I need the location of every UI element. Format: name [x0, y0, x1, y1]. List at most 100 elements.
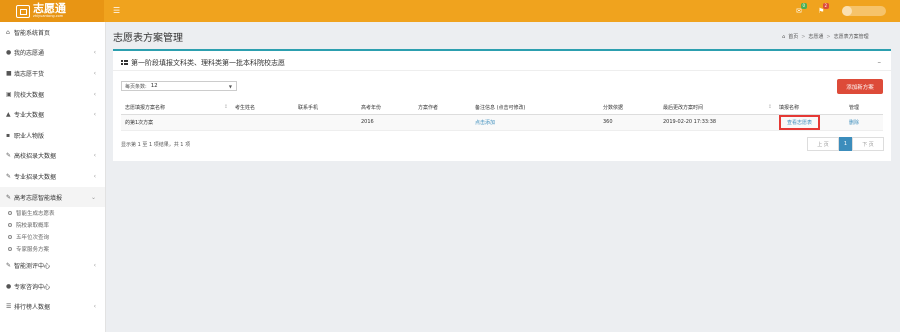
edit-icon: ✎ — [6, 172, 12, 180]
caret-down-icon: ▼ — [228, 83, 232, 89]
breadcrumb: ⌂ 首页 > 志愿通 > 志愿表方案管理 — [782, 33, 869, 41]
circle-icon — [8, 223, 12, 228]
delete-link[interactable]: 删除 — [849, 120, 859, 126]
sidebar-subitem-probability[interactable]: 院校录取概率 — [0, 219, 105, 231]
briefcase-icon: ▪ — [6, 131, 11, 139]
breadcrumb-section[interactable]: 志愿通 — [808, 33, 823, 40]
chevron-left-icon: ‹ — [93, 49, 96, 57]
chevron-down-icon: ⌄ — [90, 193, 96, 201]
col-header[interactable]: 填报名称 — [775, 101, 845, 115]
year-cell: 2016 — [357, 114, 414, 131]
breadcrumb-home[interactable]: 首页 — [788, 33, 798, 40]
add-plan-button[interactable]: 添加新方案 — [837, 79, 883, 94]
sidebar-subitem-expert-plan[interactable]: 专家服务方案 — [0, 243, 105, 255]
sidebar-item-label: 职业人物版 — [14, 132, 45, 140]
col-header[interactable]: 方案作者 — [414, 101, 471, 115]
sidebar-item-smart-fill[interactable]: ✎ 高考志愿智能填报 ⌄ — [0, 186, 105, 208]
sidebar-item-careers[interactable]: ▪ 职业人物版 — [0, 125, 105, 146]
user-avatar[interactable] — [842, 6, 886, 16]
sidebar-subitem-label: 专家服务方案 — [16, 247, 50, 254]
sidebar-subitem-generate[interactable]: 智能生成志愿表 — [0, 207, 105, 219]
next-page-button[interactable]: 下 页 — [852, 137, 884, 151]
sidebar-item-major-admission[interactable]: ✎ 专业招录大数据 ‹ — [0, 166, 105, 187]
col-header[interactable]: 高考年份 — [357, 101, 414, 115]
edit-icon: ✎ — [6, 193, 12, 201]
chevron-left-icon: ‹ — [93, 303, 96, 311]
sidebar-item-college-admission[interactable]: ✎ 高校招录大数据 ‹ — [0, 146, 105, 167]
home-icon: ⌂ — [782, 33, 786, 40]
chevron-left-icon: ‹ — [93, 152, 96, 160]
sidebar-item-ranking[interactable]: ☰ 排行榜人数据 ‹ — [0, 297, 105, 318]
sidebar-subitem-label: 五年位次查询 — [16, 235, 50, 242]
plans-table: 志愿填报方案名称 ↕ 考生姓名 联系手机 高考年份 方案作者 备注信息 (点击可修… — [121, 101, 883, 131]
panel-header: 第一阶段填报文科类、理科类第一批本科院校志愿 – — [113, 51, 891, 71]
panel-title: 第一阶段填报文科类、理科类第一批本科院校志愿 — [131, 59, 285, 67]
table-header-row: 志愿填报方案名称 ↕ 考生姓名 联系手机 高考年份 方案作者 备注信息 (点击可修… — [121, 101, 883, 115]
graduation-icon: ▲ — [6, 111, 11, 119]
chevron-left-icon: ‹ — [93, 172, 96, 180]
sidebar-item-home[interactable]: ⌂ 智能系统首页 — [0, 22, 105, 43]
sidebar-item-label: 专业招录大数据 — [14, 173, 57, 181]
sort-icon: ↕ — [223, 103, 228, 110]
sort-icon: ↕ — [767, 103, 772, 110]
sidebar-item-label: 排行榜人数据 — [14, 304, 51, 312]
hamburger-icon[interactable]: ☰ — [113, 6, 120, 15]
mail-icon[interactable]: ✉ 0 — [796, 3, 807, 15]
author-cell — [414, 114, 471, 131]
sidebar-item-majors[interactable]: ▲ 专业大数据 ‹ — [0, 104, 105, 125]
sidebar-item-colleges[interactable]: ▣ 院校大数据 ‹ — [0, 84, 105, 105]
logo-subtext: zhiyuantong.com — [33, 14, 64, 18]
per-page-value: 12 — [150, 83, 158, 89]
table-row: 的第1次方案 2016 点击添加 360 2019-02-20 17:33:38… — [121, 114, 883, 131]
sidebar-item-consult[interactable]: ● 专家咨询中心 — [0, 276, 105, 297]
home-icon: ⌂ — [6, 28, 10, 36]
circle-icon — [8, 235, 12, 240]
col-header[interactable]: 分数依据 — [599, 101, 659, 115]
building-icon: ▣ — [6, 90, 12, 98]
prev-page-button[interactable]: 上 页 — [807, 137, 839, 151]
grid-icon — [121, 60, 128, 66]
col-header[interactable]: 志愿填报方案名称 ↕ — [121, 101, 231, 115]
minus-icon[interactable]: – — [878, 58, 882, 66]
modified-time-cell: 2019-02-20 17:33:38 — [659, 114, 775, 131]
page-title: 志愿表方案管理 — [113, 33, 183, 44]
bell-count-badge: 2 — [823, 3, 829, 9]
sidebar-item-label: 院校大数据 — [14, 91, 45, 99]
col-header[interactable]: 最后更改方案时间 ↕ — [659, 101, 775, 115]
student-name-cell — [231, 114, 294, 131]
view-plan-link[interactable]: 查看志愿表 — [779, 114, 821, 130]
sidebar-item-label: 专业大数据 — [14, 112, 45, 120]
list-icon: ☰ — [6, 303, 12, 311]
edit-icon: ✎ — [6, 152, 12, 160]
col-header[interactable]: 考生姓名 — [231, 101, 294, 115]
user-icon: ● — [6, 49, 12, 57]
sidebar-item-label: 智能测评中心 — [14, 263, 51, 271]
sidebar-item-label: 填志愿干货 — [14, 70, 45, 78]
logo[interactable]: 志愿通 zhiyuantong.com — [0, 0, 104, 22]
add-note-link[interactable]: 点击添加 — [475, 120, 495, 126]
page-1-button[interactable]: 1 — [839, 137, 852, 151]
sidebar-subitem-label: 院校录取概率 — [16, 223, 50, 230]
sidebar-item-label: 专家咨询中心 — [14, 283, 51, 291]
chevron-left-icon: ‹ — [93, 262, 96, 270]
sidebar-item-tips[interactable]: ■ 填志愿干货 ‹ — [0, 63, 105, 84]
top-navbar: 志愿通 zhiyuantong.com ☰ ✉ 0 ⚑ 2 — [0, 0, 900, 22]
chevron-left-icon: ‹ — [93, 111, 96, 119]
bell-icon[interactable]: ⚑ 2 — [818, 3, 829, 15]
sidebar-subitem-label: 智能生成志愿表 — [16, 211, 55, 218]
plan-panel: 第一阶段填报文科类、理科类第一批本科院校志愿 – 每页条数: 12 ▼ 添加新方… — [113, 49, 891, 161]
phone-cell — [294, 114, 357, 131]
score-cell: 360 — [599, 114, 659, 131]
chevron-left-icon: ‹ — [93, 69, 96, 77]
sidebar-item-assessment[interactable]: ✎ 智能测评中心 ‹ — [0, 255, 105, 276]
mail-count-badge: 0 — [801, 3, 807, 9]
per-page-select[interactable]: 每页条数: 12 ▼ — [121, 81, 237, 91]
chat-icon: ● — [6, 282, 12, 290]
circle-icon — [8, 211, 12, 216]
col-header[interactable]: 联系手机 — [294, 101, 357, 115]
sidebar: ⌂ 智能系统首页 ● 我的志愿通 ‹ ■ 填志愿干货 ‹ ▣ 院校大数据 ‹ ▲… — [0, 22, 106, 332]
col-header[interactable]: 备注信息 (点击可修改) — [471, 101, 599, 115]
sidebar-item-my-account[interactable]: ● 我的志愿通 ‹ — [0, 43, 105, 64]
logo-icon — [16, 4, 30, 18]
sidebar-subitem-rank[interactable]: 五年位次查询 — [0, 231, 105, 243]
